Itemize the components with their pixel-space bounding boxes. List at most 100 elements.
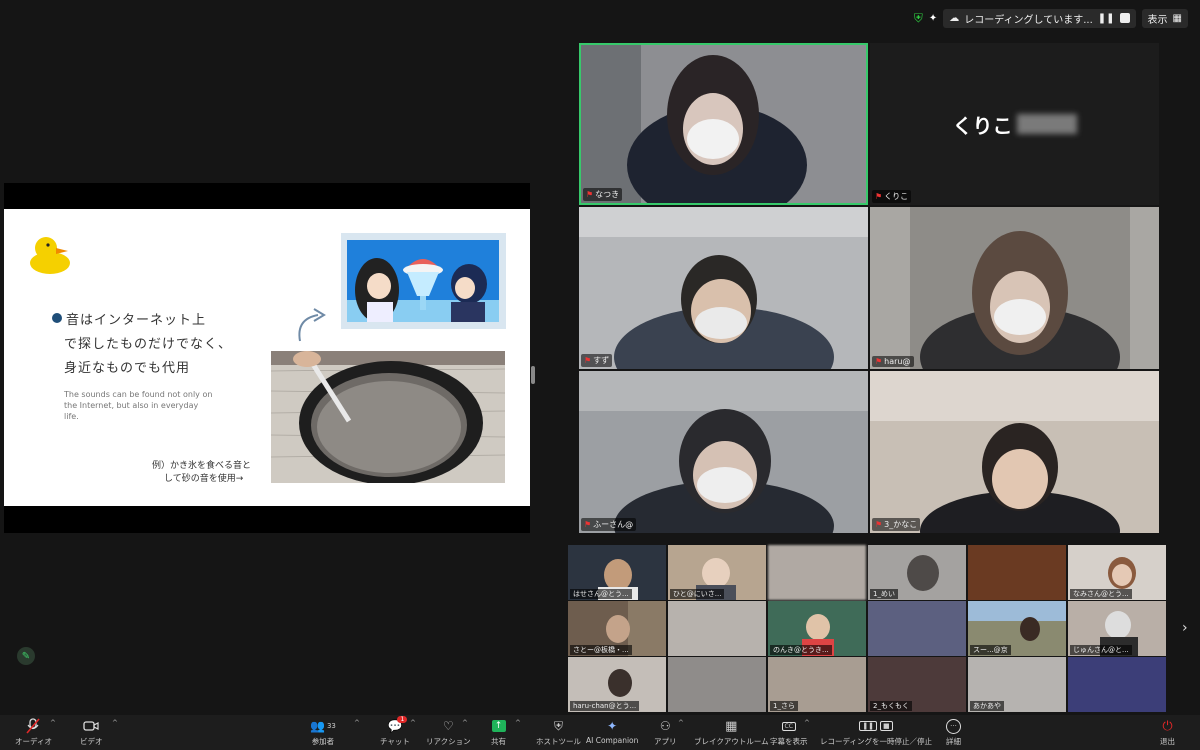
view-label: 表示	[1147, 14, 1168, 26]
recording-indicator[interactable]: ☁ レコーディングしています... ❚❚	[943, 8, 1136, 28]
apps-button[interactable]: ⚇ アプリ	[654, 718, 677, 747]
thumbnail-name: さとー@板橋・...	[570, 645, 632, 655]
more-label: 詳細	[946, 737, 961, 746]
thumbnail-tile[interactable]: あかあや	[968, 657, 1066, 712]
slide-example-2: して砂の音を使用→	[164, 474, 244, 484]
thumbnail-tile[interactable]: スー...@京	[968, 601, 1066, 656]
participant-name: ⚑ すず	[581, 354, 613, 367]
participant-name: ⚑ なつき	[583, 188, 623, 201]
thumbnail-tile[interactable]	[968, 545, 1066, 600]
ai-companion-button[interactable]: ✦ AI Companion	[586, 718, 638, 745]
shield-icon: ⛨	[553, 718, 563, 733]
thumbnail-tile[interactable]: のんき@とうき...	[768, 601, 866, 656]
muted-mic-icon: ⚑	[875, 192, 883, 201]
leave-icon: ⏻	[1162, 718, 1173, 734]
audio-button[interactable]: オーディオ	[15, 718, 52, 747]
view-button[interactable]: 表示 ▦	[1141, 8, 1188, 28]
pencil-icon[interactable]: ✎	[17, 647, 35, 665]
participants-button[interactable]: 👥 33 参加者	[310, 718, 336, 747]
thumbnail-tile[interactable]: はせさん@とう...	[568, 545, 666, 600]
cloud-icon: ☁	[949, 12, 960, 24]
leave-label: 退出	[1160, 737, 1175, 746]
thumbnail-tile[interactable]	[1068, 657, 1166, 712]
video-tile[interactable]: ⚑ haru@	[870, 207, 1159, 369]
host-tools-button[interactable]: ⛨ ホストツール	[536, 718, 581, 747]
participants-icon: 👥	[310, 719, 325, 733]
chat-button[interactable]: 💬 1 チャット	[380, 716, 410, 747]
anime-illustration-frame	[341, 233, 506, 329]
chat-badge: 1	[397, 716, 408, 723]
slide-english-text: The sounds can be found not only on the …	[64, 390, 213, 421]
meeting-toolbar: オーディオ ^ ビデオ ^ 👥 33 参加者 ^ 💬 1 チャット ^ ♡ リアクシ…	[0, 715, 1200, 750]
video-button[interactable]: ビデオ	[80, 718, 103, 747]
more-dots-icon: ···	[946, 718, 961, 734]
participant-video	[870, 207, 1159, 369]
participants-label: 参加者	[311, 737, 335, 746]
thumbnail-tile[interactable]: なみさん@とう...	[1068, 545, 1166, 600]
thumbnail-tile[interactable]: じゅんさん@と...	[1068, 601, 1166, 656]
thumbnail-name: はせさん@とう...	[570, 589, 632, 599]
thumbnail-name: haru-chan@とう...	[570, 701, 640, 711]
muted-mic-icon: ⚑	[586, 190, 594, 199]
thumbnail-tile[interactable]: 1_さら	[768, 657, 866, 712]
thumbnail-tile[interactable]: haru-chan@とう...	[568, 657, 666, 712]
captions-caret[interactable]: ^	[804, 719, 810, 727]
video-tile[interactable]: ⚑ なつき	[579, 43, 868, 205]
rubber-duck-icon	[30, 237, 70, 274]
participant-big-name: くりこ	[952, 113, 1013, 138]
more-button[interactable]: ··· 詳細	[946, 718, 961, 747]
chevron-right-icon[interactable]: ›	[1182, 620, 1188, 636]
share-caret[interactable]: ^	[515, 719, 521, 727]
slide-line-2: で探したものだけでなく、	[64, 337, 233, 352]
participants-caret[interactable]: ^	[354, 719, 360, 727]
video-tile[interactable]: ⚑ ふーさん@	[579, 371, 868, 533]
captions-label: 字幕を表示	[770, 737, 808, 746]
video-tile[interactable]: ⚑ 3_かなこ	[870, 371, 1159, 533]
thumbnail-tile[interactable]: ひと@にいさ...	[668, 545, 766, 600]
breakout-rooms-button[interactable]: ▦ ブレイクアウトルーム	[694, 718, 769, 747]
thumbnail-name: のんき@とうき...	[770, 645, 832, 655]
stop-icon[interactable]	[1119, 13, 1130, 23]
video-options-caret[interactable]: ^	[112, 719, 118, 727]
recording-control-button[interactable]: ❚❚ ■ レコーディングを一時停止／停止	[820, 718, 932, 747]
apps-icon: ⚇	[659, 719, 671, 733]
thumbnail-tile[interactable]	[868, 601, 966, 656]
share-label: 共有	[491, 737, 506, 746]
thumbnail-name: あかあや	[970, 701, 1004, 711]
chat-label: チャット	[380, 737, 410, 746]
recording-text: レコーディングしています...	[964, 14, 1093, 26]
chat-caret[interactable]: ^	[410, 719, 416, 727]
thumbnail-tile[interactable]	[668, 657, 766, 712]
host-tools-label: ホストツール	[536, 737, 581, 746]
stop-icon: ■	[880, 721, 893, 731]
thumbnail-tile[interactable]: さとー@板橋・...	[568, 601, 666, 656]
pause-icon[interactable]: ❚❚	[1098, 13, 1115, 24]
captions-button[interactable]: CC 字幕を表示	[770, 718, 808, 747]
audio-options-caret[interactable]: ^	[50, 719, 56, 727]
anime-illustration	[347, 240, 499, 322]
apps-label: アプリ	[654, 737, 677, 746]
shared-screen[interactable]: 音はインターネット上 で探したものだけでなく、 身近なものでも代用 The so…	[4, 183, 530, 533]
reactions-label: リアクション	[426, 737, 471, 746]
thumbnail-name: スー...@京	[970, 645, 1011, 655]
thumbnail-tile[interactable]: 2_もくもく	[868, 657, 966, 712]
grid-icon: ▦	[1172, 12, 1182, 24]
participant-name: ⚑ くりこ	[872, 190, 912, 203]
share-button[interactable]: ↑ 共有	[491, 718, 506, 747]
leave-button[interactable]: ⏻ 退出	[1160, 718, 1175, 747]
thumbnail-tile[interactable]: 1_めい	[868, 545, 966, 600]
thumbnail-tile[interactable]	[668, 601, 766, 656]
participant-video	[581, 45, 866, 203]
bullet-dot	[52, 313, 62, 323]
apps-caret[interactable]: ^	[678, 719, 684, 727]
participants-count: 33	[326, 722, 336, 730]
participant-name: ⚑ ふーさん@	[581, 518, 637, 531]
thumbnail-tile[interactable]	[768, 545, 866, 600]
video-tile[interactable]: ⚑ すず	[579, 207, 868, 369]
captions-icon: CC	[781, 718, 796, 734]
reactions-caret[interactable]: ^	[462, 719, 468, 727]
thumbnail-name: 2_もくもく	[870, 701, 912, 711]
muted-mic-icon: ⚑	[584, 520, 592, 529]
splitter-handle[interactable]	[531, 366, 535, 384]
video-tile[interactable]: くりこ ⚑ くりこ	[870, 43, 1159, 205]
